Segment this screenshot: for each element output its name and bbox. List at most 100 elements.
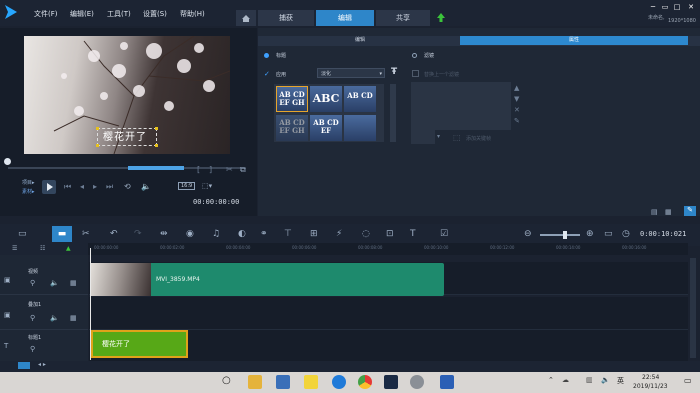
zoom-out-icon[interactable]: ⊖ <box>524 229 532 239</box>
clock-date[interactable]: 2019/11/23 <box>633 383 668 390</box>
overlay-lane[interactable] <box>89 297 688 330</box>
zoom-in-icon[interactable]: ⊕ <box>586 229 594 239</box>
fit-window-icon[interactable]: ▭ <box>604 229 613 239</box>
playhead[interactable] <box>90 248 91 360</box>
track-toggle-icon[interactable] <box>18 362 30 369</box>
preset-dropdown[interactable]: 淡化 ▾ <box>317 68 385 78</box>
store-icon[interactable] <box>276 375 290 389</box>
notification-icon[interactable]: ▭ <box>684 376 692 385</box>
go-end-icon[interactable]: ⏭ <box>106 182 113 192</box>
filter-list[interactable] <box>411 82 511 130</box>
preset-tile-2[interactable]: ABC <box>310 86 342 112</box>
resize-handle[interactable] <box>155 144 158 147</box>
tab-edit[interactable]: 编辑 <box>316 10 374 26</box>
grid-icon[interactable]: ▦ <box>70 314 77 322</box>
menu-tools[interactable]: 工具(T) <box>107 9 131 19</box>
preset-tile-1[interactable]: AB CD EF GH <box>276 86 308 112</box>
motion-tracking-icon[interactable]: ⚡ <box>336 229 342 239</box>
radio-title[interactable] <box>264 53 269 58</box>
next-frame-icon[interactable]: ▸ <box>93 182 97 191</box>
keyframe-box[interactable] <box>411 130 435 144</box>
clip-mode-label[interactable]: 素材▸ <box>22 188 35 195</box>
sticky-notes-icon[interactable] <box>304 375 318 389</box>
link-icon[interactable]: ⚲ <box>30 279 35 287</box>
path-icon[interactable]: ◌ <box>362 229 370 239</box>
fit-project-icon[interactable]: ⇹ <box>160 229 168 239</box>
home-tab[interactable] <box>236 10 256 26</box>
overlay-title-text[interactable]: 樱花开了 <box>103 128 147 143</box>
network-icon[interactable]: ▥ <box>586 376 593 384</box>
link-icon[interactable]: ⚲ <box>30 345 35 353</box>
edit-mode-icon[interactable]: ✎ <box>684 206 696 216</box>
input-language[interactable]: 英 <box>617 376 624 386</box>
tab-properties[interactable]: 属性 <box>460 36 688 45</box>
repeat-icon[interactable]: ⟲ <box>124 182 131 191</box>
scrub-thumb[interactable] <box>4 158 11 165</box>
resize-handle[interactable] <box>155 127 158 130</box>
track-manager-icon[interactable]: ☰ <box>12 245 17 252</box>
link-icon[interactable]: ⚲ <box>30 314 35 322</box>
checklist-icon[interactable]: ☑ <box>440 229 448 239</box>
scroll-left-icon[interactable]: ◂ ▸ <box>38 361 46 368</box>
resize-handle[interactable] <box>96 127 99 130</box>
maximize-button[interactable]: □ <box>672 3 682 11</box>
text-style-icon[interactable]: Ŧ <box>391 67 397 77</box>
3d-title-icon[interactable]: T <box>410 229 416 239</box>
chapter-icon[interactable]: ☷ <box>40 245 45 252</box>
preset-tile-5[interactable]: AB CD EF <box>310 115 342 141</box>
timeline-scrollbar[interactable] <box>690 258 696 358</box>
gallery-scrollbar[interactable] <box>390 84 396 142</box>
menu-settings[interactable]: 设置(S) <box>143 9 167 19</box>
close-button[interactable]: ✕ <box>686 3 696 11</box>
prev-frame-icon[interactable]: ◂ <box>80 182 84 191</box>
menu-help[interactable]: 帮助(H) <box>180 9 205 19</box>
mute-icon[interactable]: 🔈 <box>50 314 59 322</box>
project-mode-label[interactable]: 项目▸ <box>22 179 35 186</box>
mark-in-icon[interactable]: [ <box>197 165 200 174</box>
audio-mixer-icon[interactable]: ♫ <box>212 229 220 239</box>
resize-handle[interactable] <box>96 144 99 147</box>
restore-button[interactable]: ▭ <box>660 3 670 11</box>
track-header-overlay[interactable]: ▣ 叠加1 ⚲ 🔈 ▦ <box>0 297 88 330</box>
search-icon[interactable]: ○ <box>222 375 231 386</box>
grid-view-icon[interactable]: ▦ <box>665 208 672 216</box>
chrome-icon[interactable] <box>358 375 372 389</box>
storyboard-view-icon[interactable]: ▭ <box>18 229 27 239</box>
word-icon[interactable] <box>440 375 454 389</box>
grid-icon[interactable]: ▦ <box>70 279 77 287</box>
chevron-down-icon[interactable]: ▾ <box>437 133 440 140</box>
aspect-ratio-selector[interactable]: 16:9 <box>178 182 196 190</box>
trim-selection[interactable] <box>128 166 184 170</box>
volume-icon[interactable]: 🔈 <box>141 182 151 191</box>
timeline-timecode[interactable]: 0:00:10:021 <box>640 230 686 238</box>
menu-file[interactable]: 文件(F) <box>34 9 58 19</box>
minimize-button[interactable]: ─ <box>648 3 658 11</box>
clock-time[interactable]: 22:54 <box>642 374 659 381</box>
apply-checkbox[interactable]: ✓ <box>264 70 270 78</box>
edge-icon[interactable] <box>332 375 346 389</box>
delete-icon[interactable]: ✕ <box>514 106 520 114</box>
zoom-slider[interactable] <box>540 234 580 236</box>
color-grading-icon[interactable]: ◐ <box>238 229 246 239</box>
move-up-icon[interactable]: ▲ <box>514 84 519 92</box>
play-button[interactable] <box>42 180 56 194</box>
subtitle-icon[interactable]: ⊡ <box>386 229 394 239</box>
crop-dropdown-icon[interactable]: ⬚▾ <box>202 182 212 190</box>
move-down-icon[interactable]: ▼ <box>514 95 519 103</box>
customize-icon[interactable]: ✎ <box>514 117 520 125</box>
file-explorer-icon[interactable] <box>248 375 262 389</box>
clock-icon[interactable]: ◷ <box>622 229 630 239</box>
tools-icon[interactable]: ✂ <box>82 229 90 239</box>
zoom-slider-thumb[interactable] <box>563 231 567 239</box>
preset-tile-6[interactable] <box>344 115 376 141</box>
title-editor-icon[interactable]: ⊤ <box>284 229 292 239</box>
split-clip-icon[interactable]: ✂ <box>226 165 233 174</box>
app-icon[interactable] <box>410 375 424 389</box>
timeline-view-icon[interactable]: ▬ <box>52 226 72 242</box>
mask-icon[interactable]: ⬚ <box>453 133 461 142</box>
volume-tray-icon[interactable]: 🔈 <box>601 376 610 384</box>
radio-filter[interactable] <box>412 53 417 58</box>
cloud-icon[interactable]: ☁ <box>562 376 569 384</box>
mute-icon[interactable]: 🔈 <box>50 279 59 287</box>
tray-chevron-icon[interactable]: ⌃ <box>548 376 554 384</box>
